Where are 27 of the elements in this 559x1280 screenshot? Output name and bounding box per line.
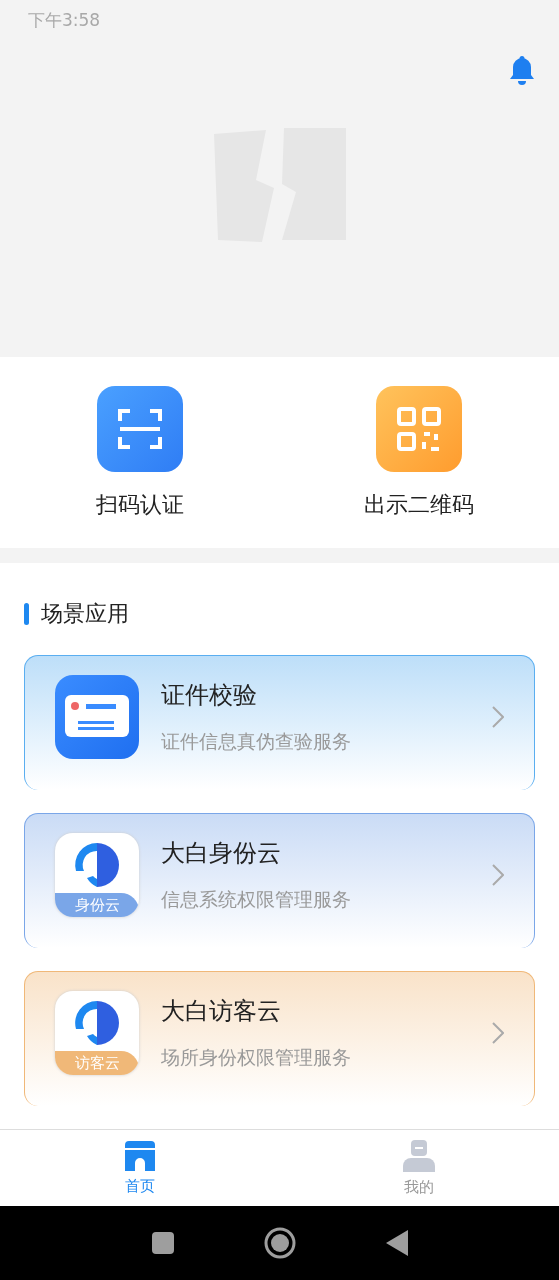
section-title: 场景应用	[41, 600, 129, 628]
chevron-right-icon	[492, 864, 504, 886]
scene-title: 大白身份云	[161, 838, 282, 869]
scene-card[interactable]: 证件校验 证件信息真伪查验服务	[24, 655, 535, 790]
quick-action[interactable]: 出示二维码	[279, 385, 559, 520]
bell-icon[interactable]	[509, 56, 535, 86]
chevron-right-icon	[492, 706, 504, 728]
scene-subtitle: 场所身份权限管理服务	[161, 1045, 352, 1070]
scene-title: 大白访客云	[161, 996, 282, 1027]
app-badge: 身份云	[55, 893, 139, 917]
chevron-right-icon	[492, 1022, 504, 1044]
qr-code-icon	[396, 405, 443, 452]
scene-title: 证件校验	[161, 680, 258, 711]
person-icon	[403, 1139, 436, 1172]
scene-subtitle: 证件信息真伪查验服务	[161, 729, 352, 754]
section-marker	[24, 603, 29, 625]
scene-card[interactable]: 访客云 大白访客云 场所身份权限管理服务	[24, 971, 535, 1106]
app-badge: 访客云	[55, 1051, 139, 1075]
nav-tab[interactable]: 首页	[0, 1130, 280, 1206]
back-icon[interactable]	[385, 1230, 408, 1256]
scene-card[interactable]: 身份云 大白身份云 信息系统权限管理服务	[24, 813, 535, 948]
scene-subtitle: 信息系统权限管理服务	[161, 887, 352, 912]
home-icon	[124, 1140, 155, 1171]
home-button-icon[interactable]	[263, 1227, 296, 1259]
recent-apps-icon[interactable]	[151, 1232, 174, 1254]
status-time: 下午3:58	[28, 8, 101, 32]
quick-action[interactable]: 扫码认证	[0, 385, 280, 520]
